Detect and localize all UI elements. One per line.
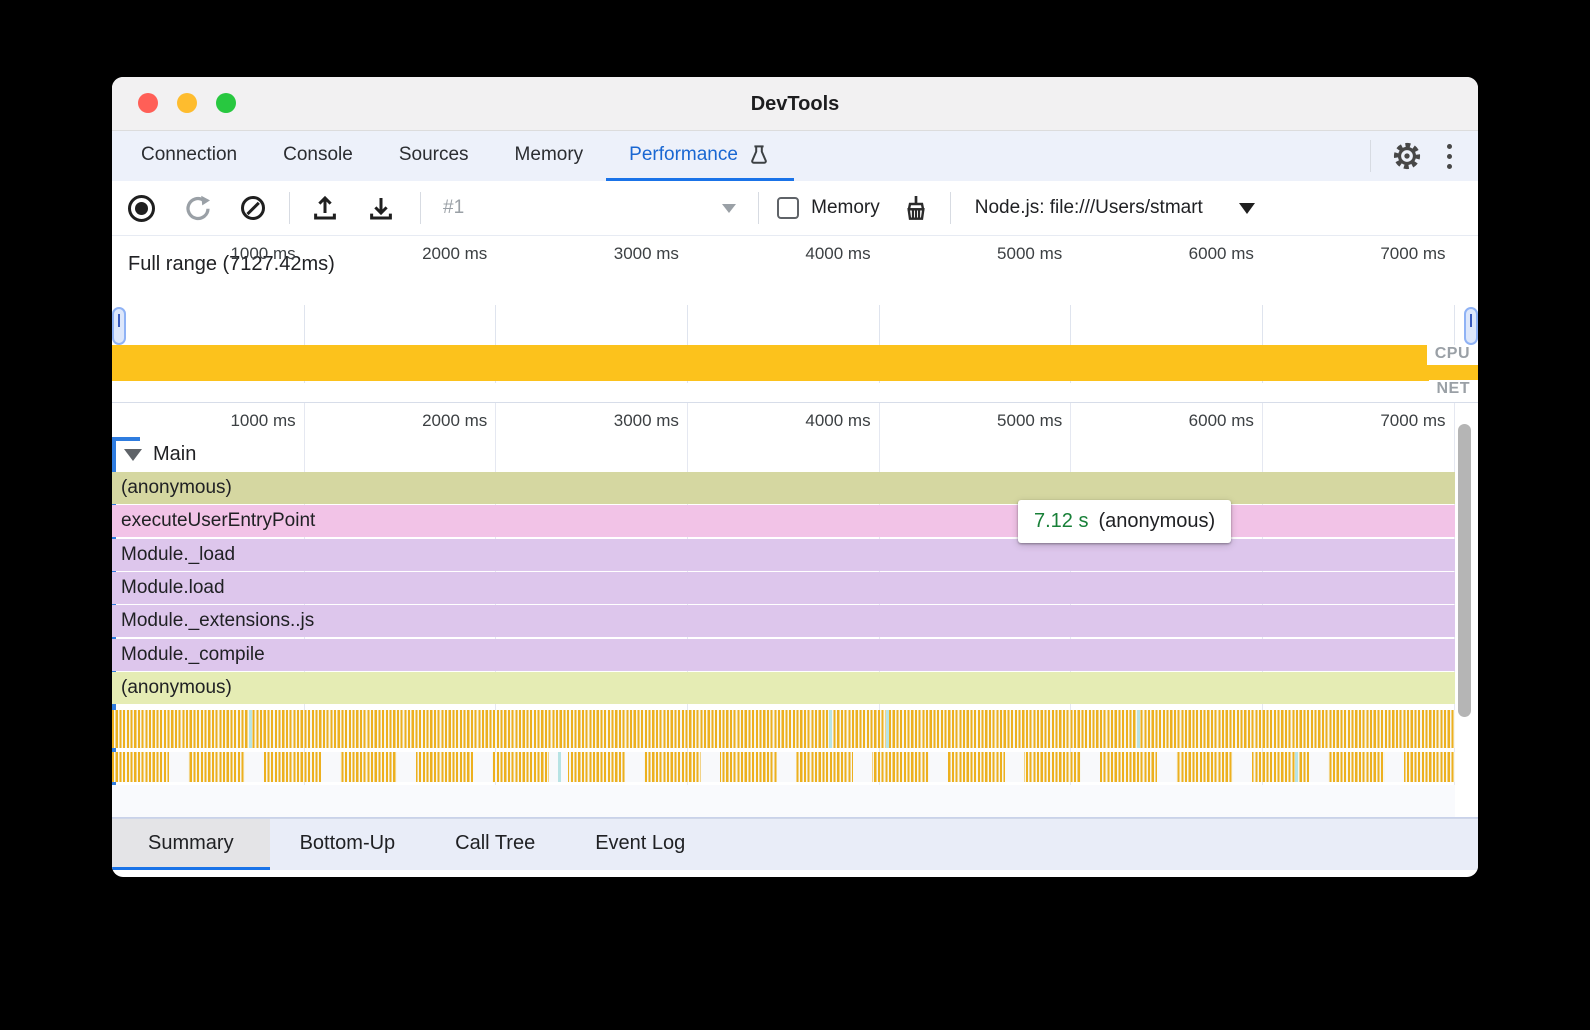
toolbar-divider [420, 192, 421, 224]
flame-ruler-tick: 6000 ms [1070, 403, 1262, 439]
performance-toolbar: #1 Memory Node.js: file:///Users/stmart [112, 181, 1478, 236]
toolbar-divider [950, 192, 951, 224]
flame-bar-module-load-private[interactable]: Module._load [112, 539, 1455, 571]
flame-ruler-tick: 3000 ms [495, 403, 687, 439]
collapse-triangle-icon[interactable] [124, 449, 142, 461]
flame-ruler-tick: 4000 ms [687, 403, 879, 439]
toolbar-divider [758, 192, 759, 224]
flame-bar-anonymous-2[interactable]: (anonymous) [112, 672, 1455, 704]
flame-bar-module-compile[interactable]: Module._compile [112, 639, 1455, 671]
cpu-track-label: CPU [1427, 345, 1478, 365]
toolbar-divider [289, 192, 290, 224]
tooltip-duration: 7.12 s [1034, 510, 1088, 533]
overview-ruler-tick: 7000 ms [1262, 236, 1454, 272]
overview-ruler-tick: 5000 ms [879, 236, 1071, 272]
overview-ruler-tick: 1000 ms [112, 236, 304, 272]
flame-ruler-tick: 2000 ms [304, 403, 496, 439]
tab-event-log[interactable]: Event Log [565, 819, 715, 870]
flame-chart[interactable]: 1000 ms 2000 ms 3000 ms 4000 ms 5000 ms … [112, 403, 1478, 818]
vertical-scrollbar-thumb[interactable] [1458, 424, 1471, 717]
tabbar-divider [1370, 140, 1371, 172]
reload-and-record-icon[interactable] [183, 193, 213, 223]
overview-ruler-tick: 2000 ms [304, 236, 496, 272]
flame-ruler-tick: 1000 ms [112, 403, 304, 439]
clear-recording-icon[interactable] [241, 196, 265, 220]
tab-sources[interactable]: Sources [376, 131, 492, 181]
flame-ruler-tick: 7000 ms [1262, 403, 1454, 439]
tab-bottom-up[interactable]: Bottom-Up [270, 819, 426, 870]
timeline-overview[interactable]: Full range (7127.42ms) 1000 ms 2000 ms 3… [112, 236, 1478, 403]
experiment-flask-icon [747, 143, 771, 167]
flame-micro-calls-band[interactable] [112, 752, 1455, 782]
selected-track-marker [112, 437, 140, 441]
memory-checkbox-label[interactable]: Memory [811, 197, 880, 219]
panel-tab-bar: Connection Console Sources Memory Perfor… [112, 131, 1478, 181]
main-track-header[interactable]: Main [124, 443, 196, 466]
record-button[interactable] [112, 195, 155, 222]
collect-garbage-broom-icon[interactable] [900, 192, 932, 224]
flame-tooltip: 7.12 s (anonymous) [1018, 500, 1231, 543]
devtools-window: DevTools Connection Console Sources Memo… [112, 77, 1478, 877]
more-options-icon[interactable] [1443, 140, 1456, 173]
window-title: DevTools [112, 77, 1478, 131]
net-track[interactable] [112, 383, 1478, 400]
tooltip-target: (anonymous) [1098, 510, 1215, 533]
tab-call-tree[interactable]: Call Tree [425, 819, 565, 870]
flame-bar-executeuserentrypoint[interactable]: executeUserEntryPoint [112, 505, 1455, 537]
flame-bar-anonymous[interactable]: (anonymous) [112, 472, 1455, 504]
net-track-label: NET [1429, 380, 1479, 400]
titlebar: DevTools [112, 77, 1478, 131]
history-selector[interactable]: #1 [443, 197, 464, 219]
memory-checkbox[interactable] [777, 197, 799, 219]
flame-bar-module-load[interactable]: Module.load [112, 572, 1455, 604]
target-selector[interactable]: Node.js: file:///Users/stmart [975, 197, 1203, 219]
range-handle-right[interactable] [1464, 307, 1478, 345]
load-profile-icon[interactable] [310, 193, 340, 223]
details-tab-bar: Summary Bottom-Up Call Tree Event Log [112, 818, 1478, 870]
tab-memory[interactable]: Memory [492, 131, 607, 181]
flame-micro-calls-band[interactable] [112, 710, 1455, 748]
flame-ruler-tick: 5000 ms [879, 403, 1071, 439]
tab-connection[interactable]: Connection [118, 131, 260, 181]
overview-ruler-tick: 6000 ms [1070, 236, 1262, 272]
range-handle-left[interactable] [112, 307, 126, 345]
tab-performance[interactable]: Performance [606, 131, 794, 181]
main-track-label: Main [153, 443, 196, 466]
overview-ruler-tick: 4000 ms [687, 236, 879, 272]
tab-summary[interactable]: Summary [112, 819, 270, 870]
flame-empty-area [112, 785, 1455, 818]
flame-bar-module-extensions-js[interactable]: Module._extensions..js [112, 605, 1455, 637]
tab-console[interactable]: Console [260, 131, 376, 181]
history-dropdown-icon[interactable] [722, 204, 736, 213]
save-profile-icon[interactable] [366, 193, 396, 223]
settings-gear-icon[interactable] [1391, 140, 1423, 172]
overview-ruler-tick: 3000 ms [495, 236, 687, 272]
cpu-activity-track[interactable] [112, 345, 1478, 381]
target-dropdown-icon[interactable] [1239, 203, 1255, 214]
